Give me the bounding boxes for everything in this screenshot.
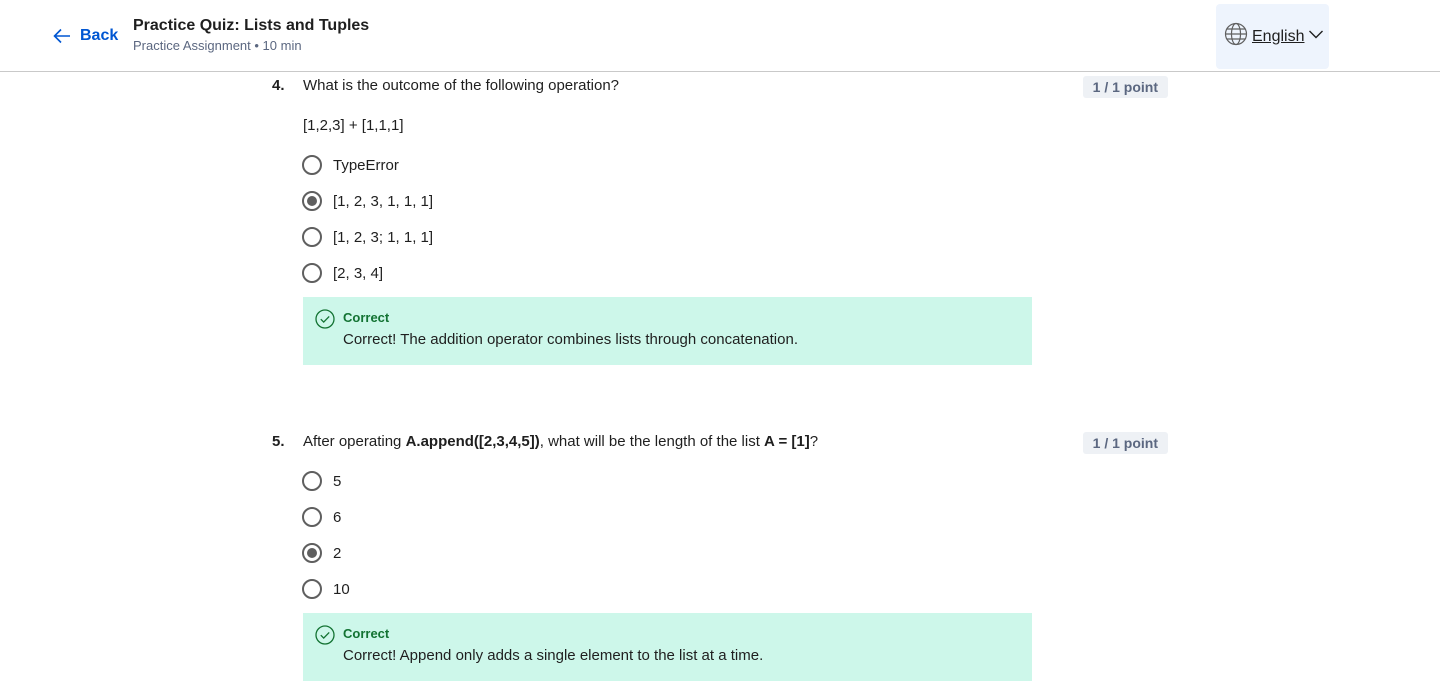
radio-button[interactable]: [302, 263, 322, 283]
answer-option[interactable]: 5: [302, 469, 341, 493]
check-circle-icon: [315, 309, 335, 334]
question-text-part: After operating: [303, 433, 406, 450]
option-label: 5: [333, 472, 342, 490]
radio-button[interactable]: [302, 471, 322, 491]
radio-button[interactable]: [302, 579, 322, 599]
code-snippet: [1,2,3] + [1,1,1]: [303, 117, 404, 134]
feedback-text: Correct! Append only adds a single eleme…: [343, 647, 764, 664]
question-text-part: , what will be the length of the list: [539, 433, 765, 450]
answer-option[interactable]: TypeError: [302, 153, 399, 177]
page-subtitle: Practice Assignment • 10 min: [133, 38, 302, 53]
question-text-part: ?: [809, 433, 819, 450]
question-5: 5. After operating A.append([2,3,4,5]), …: [272, 430, 1168, 689]
option-label: 6: [333, 508, 342, 526]
back-button[interactable]: Back: [52, 24, 118, 48]
question-code-append: A.append([2,3,4,5]): [405, 433, 540, 450]
language-label: English: [1252, 27, 1305, 45]
question-number: 4.: [272, 77, 285, 94]
question-number: 5.: [272, 433, 285, 450]
question-text: After operating A.append([2,3,4,5]), wha…: [303, 430, 818, 454]
globe-icon: [1224, 22, 1248, 51]
feedback-title: Correct: [343, 626, 390, 641]
option-label: [1, 2, 3, 1, 1, 1]: [333, 192, 434, 210]
points-badge: 1 / 1 point: [1082, 432, 1168, 454]
back-label: Back: [80, 27, 119, 44]
radio-button-selected[interactable]: [302, 543, 322, 563]
question-4: 4. What is the outcome of the following …: [272, 74, 1168, 374]
option-label: 10: [333, 580, 350, 598]
answer-option[interactable]: [2, 3, 4]: [302, 261, 383, 285]
radio-button-selected[interactable]: [302, 191, 322, 211]
option-label: 2: [333, 544, 342, 562]
page-title: Practice Quiz: Lists and Tuples: [133, 17, 370, 34]
answer-option[interactable]: [1, 2, 3; 1, 1, 1]: [302, 225, 433, 249]
language-selector[interactable]: English: [1216, 4, 1329, 69]
arrow-left-icon: [52, 26, 72, 46]
top-header: Back Practice Quiz: Lists and Tuples Pra…: [0, 0, 1440, 72]
feedback-correct: Correct Correct! Append only adds a sing…: [303, 613, 1032, 681]
option-label: [1, 2, 3; 1, 1, 1]: [333, 228, 434, 246]
radio-button[interactable]: [302, 227, 322, 247]
points-badge: 1 / 1 point: [1082, 76, 1168, 98]
radio-button[interactable]: [302, 155, 322, 175]
radio-button[interactable]: [302, 507, 322, 527]
feedback-correct: Correct Correct! The addition operator c…: [303, 297, 1032, 365]
question-text: What is the outcome of the following ope…: [303, 77, 620, 94]
option-label: TypeError: [333, 156, 399, 174]
option-label: [2, 3, 4]: [333, 264, 384, 282]
answer-option[interactable]: 10: [302, 577, 350, 601]
feedback-text: Correct! The addition operator combines …: [343, 331, 798, 348]
question-code-list: A = [1]: [764, 433, 810, 450]
answer-option[interactable]: 2: [302, 541, 341, 565]
answer-option[interactable]: [1, 2, 3, 1, 1, 1]: [302, 189, 433, 213]
answer-option[interactable]: 6: [302, 505, 341, 529]
assignment-heading: Practice Quiz: Lists and Tuples Practice…: [133, 16, 369, 56]
check-circle-icon: [315, 625, 335, 650]
feedback-title: Correct: [343, 310, 390, 325]
chevron-down-icon: [1308, 26, 1324, 47]
